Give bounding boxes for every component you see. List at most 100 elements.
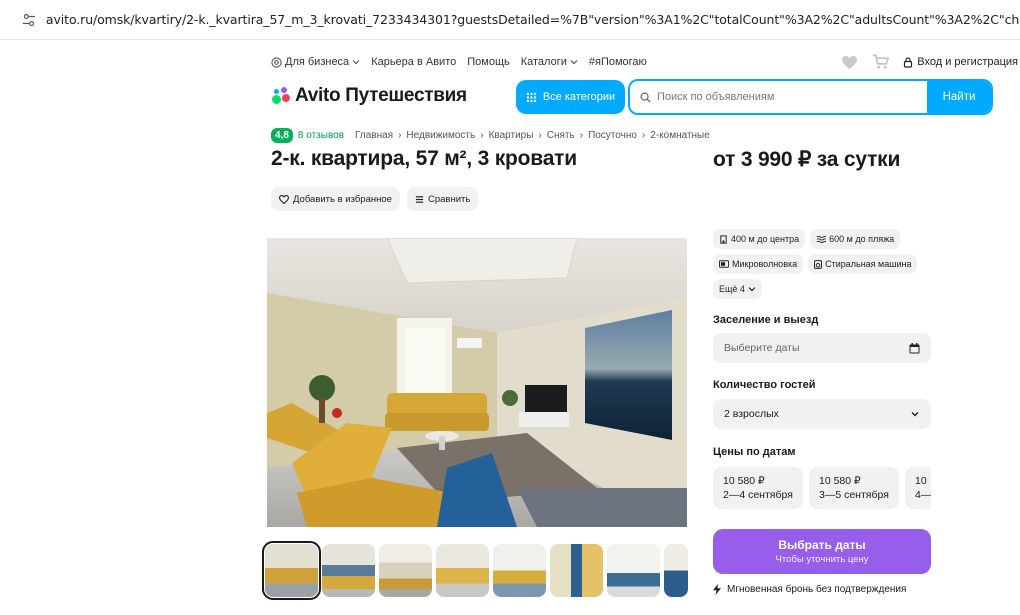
search-icon [640,92,651,103]
target-icon [271,56,282,68]
date-picker[interactable]: Выберите даты [713,333,931,363]
main-photo[interactable] [267,238,687,527]
page-title: 2-к. квартира, 57 м², 3 кровати [271,147,577,170]
amenity-label: Микроволновка [732,259,798,269]
login-link[interactable]: Вход и регистрация [903,56,1018,68]
logo-text: Avito Путешествия [295,85,467,106]
compare-label: Сравнить [428,193,471,205]
help-link[interactable]: Помощь [467,56,510,68]
apartment-photo-image [267,238,687,527]
breadcrumb-item[interactable]: Главная [355,130,393,141]
heart-icon[interactable] [841,55,858,70]
search-button[interactable]: Найти [927,81,991,113]
business-label: Для бизнеса [285,56,350,68]
choose-dates-sublabel: Чтобы уточнить цену [775,554,869,565]
more-label: Ещё 4 [719,284,745,294]
breadcrumb-separator: › [641,130,646,141]
amenity-microwave: Микроволновка [713,254,804,274]
categories-label: Все категории [542,91,616,103]
chevron-down-icon [911,412,919,417]
compare-icon [415,195,424,203]
price-card-dates: 4— [915,489,931,501]
choose-dates-button[interactable]: Выбрать даты Чтобы уточнить цену [713,529,931,574]
photo-thumbnails [262,541,688,600]
thumbnail-photo[interactable] [664,544,688,597]
choose-dates-label: Выбрать даты [778,538,866,552]
breadcrumb-item[interactable]: Снять [547,130,575,141]
breadcrumb-item[interactable]: Недвижимость [406,130,475,141]
reviews-link[interactable]: 8 отзывов [298,130,344,141]
breadcrumb-separator: › [480,130,484,141]
lightning-icon [713,584,721,595]
instant-booking-note: Мгновенная бронь без подтверждения [713,584,906,595]
amenity-center: 400 м до центра [713,229,806,249]
catalogs-label: Каталоги [520,56,567,68]
price-card-price: 10 [915,475,927,487]
date-placeholder: Выберите даты [724,342,800,354]
catalogs-link[interactable]: Каталоги [521,56,578,68]
thumbnail-photo[interactable] [607,544,660,597]
thumbnail-photo[interactable] [379,544,432,597]
amenity-label: 400 м до центра [731,234,800,244]
heart-outline-icon [279,194,289,204]
login-label: Вход и регистрация [917,56,1018,68]
price-card[interactable]: 10 4— [905,467,931,509]
chevron-down-icon [352,60,360,65]
guests-heading: Количество гостей [713,379,816,391]
lock-icon [904,56,913,68]
grid-dots-icon [526,92,537,102]
favorite-label: Добавить в избранное [293,193,392,205]
business-link[interactable]: Для бизнеса [271,56,360,68]
logo-dots-icon [271,86,291,106]
price-card-dates: 2—4 сентября [723,489,793,501]
guests-select[interactable]: 2 взрослых [713,399,931,429]
chevron-down-icon [748,287,756,292]
amenity-label: 600 м до пляжа [829,234,895,244]
compare-button[interactable]: Сравнить [407,187,479,211]
price-label: от 3 990 ₽ за сутки [713,148,901,171]
prices-heading: Цены по датам [713,446,796,458]
amenity-beach: 600 м до пляжа [810,229,901,249]
cart-icon[interactable] [872,54,890,70]
thumbnail-photo[interactable] [322,544,375,597]
calendar-icon [909,342,920,353]
breadcrumb-item[interactable]: Квартиры [489,130,534,141]
breadcrumb-separator: › [538,130,542,141]
url-text[interactable]: avito.ru/omsk/kvartiry/2-k._kvartira_57_… [46,12,1020,27]
price-cards: 10 580 ₽ 2—4 сентября 10 580 ₽ 3—5 сентя… [713,467,931,509]
price-card[interactable]: 10 580 ₽ 2—4 сентября [713,467,803,509]
price-card-price: 10 580 ₽ [723,475,765,487]
breadcrumb-item[interactable]: Посуточно [588,130,637,141]
browser-address-bar[interactable]: avito.ru/omsk/kvartiry/2-k._kvartira_57_… [0,0,1020,40]
career-link[interactable]: Карьера в Авито [371,56,456,68]
building-icon [720,234,727,244]
breadcrumb-item[interactable]: 2-комнатные [650,130,710,141]
thumbnail-photo[interactable] [550,544,603,597]
avito-logo[interactable]: Avito Путешествия [271,85,467,107]
instant-label: Мгновенная бронь без подтверждения [727,584,907,595]
top-navigation: Для бизнеса Карьера в Авито Помощь Катал… [271,52,1020,72]
breadcrumb-separator: › [579,130,584,141]
guests-value: 2 взрослых [724,408,779,420]
amenities-list: 400 м до центра 600 м до пляжа Микроволн… [713,229,943,299]
breadcrumb-separator: › [398,130,402,141]
more-amenities-button[interactable]: Ещё 4 [713,279,762,299]
search-input[interactable]: Поиск по объявлениям [630,81,927,113]
site-settings-icon[interactable] [22,13,36,27]
all-categories-button[interactable]: Все категории [516,80,625,114]
breadcrumb: 4,8 8 отзывов Главная › Недвижимость › Ква… [271,128,710,143]
amenity-label: Стиральная машина [825,259,912,269]
user-actions: Вход и регистрация [841,54,1020,70]
thumbnail-photo[interactable] [436,544,489,597]
price-card-price: 10 580 ₽ [819,475,861,487]
ihelp-link[interactable]: #яПомогаю [589,56,647,68]
price-card[interactable]: 10 580 ₽ 3—5 сентября [809,467,899,509]
search-bar: Поиск по объявлениям Найти [628,79,993,115]
amenity-washer: Стиральная машина [808,254,918,274]
rating-badge: 4,8 [271,128,293,143]
washing-machine-icon [814,259,823,269]
thumbnail-photo[interactable] [262,541,321,600]
thumbnail-photo[interactable] [493,544,546,597]
checkin-heading: Заселение и выезд [713,314,819,326]
add-to-favorites-button[interactable]: Добавить в избранное [271,187,400,211]
